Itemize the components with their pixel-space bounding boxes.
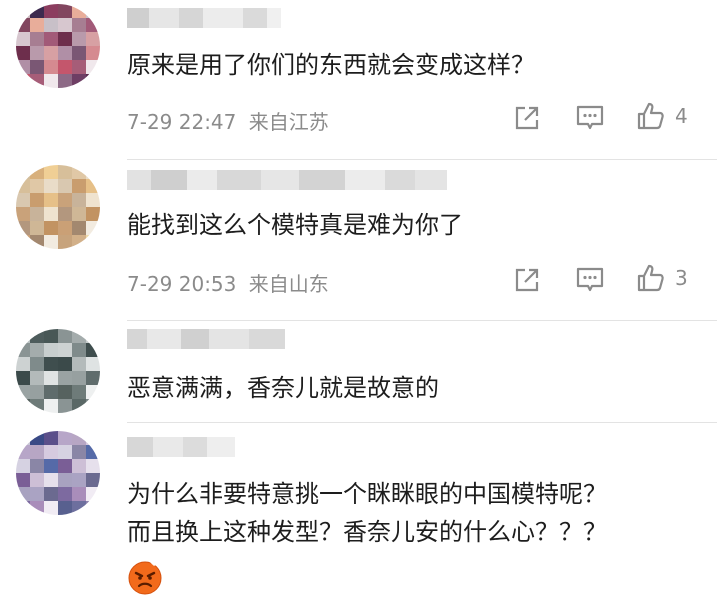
comment-time: 7-29 22:47: [127, 110, 237, 134]
angry-face-emoji: [128, 560, 162, 595]
comment-icon[interactable]: [575, 265, 605, 295]
comment-line: 而且换上这种发型？香奈儿安的什么心？？？: [127, 518, 607, 546]
username-blurred[interactable]: [127, 170, 447, 190]
comment-location: 来自江苏: [248, 110, 329, 134]
like-icon[interactable]: [636, 101, 666, 131]
comment-line: 原来是用了你们的东西就会变成这样？: [127, 51, 535, 79]
like-count: 4: [675, 104, 688, 128]
comment-text: 原来是用了你们的东西就会变成这样？: [127, 46, 535, 84]
avatar[interactable]: [16, 431, 100, 515]
comment-location: 来自山东: [248, 272, 329, 296]
comment-item: 恶意满满，香奈儿就是故意的: [0, 321, 717, 423]
comment-item: 为什么非要特意挑一个眯眯眼的中国模特呢？ 而且换上这种发型？香奈儿安的什么心？？…: [0, 423, 717, 607]
comment-text: 为什么非要特意挑一个眯眯眼的中国模特呢？ 而且换上这种发型？香奈儿安的什么心？？…: [127, 475, 607, 551]
comment-line: 恶意满满，香奈儿就是故意的: [127, 374, 439, 402]
comment-text: 恶意满满，香奈儿就是故意的: [127, 369, 439, 407]
username-blurred[interactable]: [127, 329, 285, 349]
avatar[interactable]: [16, 329, 100, 413]
comment-text: 能找到这么个模特真是难为你了: [127, 206, 463, 244]
like-icon[interactable]: [636, 263, 666, 293]
share-icon[interactable]: [512, 265, 542, 295]
share-icon[interactable]: [512, 103, 542, 133]
comment-time: 7-29 20:53: [127, 272, 237, 296]
username-blurred[interactable]: [127, 437, 235, 457]
comment-meta: 7-29 22:47 来自江苏: [127, 106, 329, 135]
comment-item: 能找到这么个模特真是难为你了 7-29 20:53 来自山东 3: [0, 160, 717, 321]
comment-icon[interactable]: [575, 103, 605, 133]
avatar[interactable]: [16, 165, 100, 249]
comment-line: 能找到这么个模特真是难为你了: [127, 211, 463, 239]
like-count: 3: [675, 266, 688, 290]
avatar[interactable]: [16, 4, 100, 88]
comment-item: 原来是用了你们的东西就会变成这样？ 7-29 22:47 来自江苏 4: [0, 0, 717, 160]
username-blurred[interactable]: [127, 8, 281, 28]
comment-line: 为什么非要特意挑一个眯眯眼的中国模特呢？: [127, 480, 607, 508]
comment-meta: 7-29 20:53 来自山东: [127, 268, 329, 297]
